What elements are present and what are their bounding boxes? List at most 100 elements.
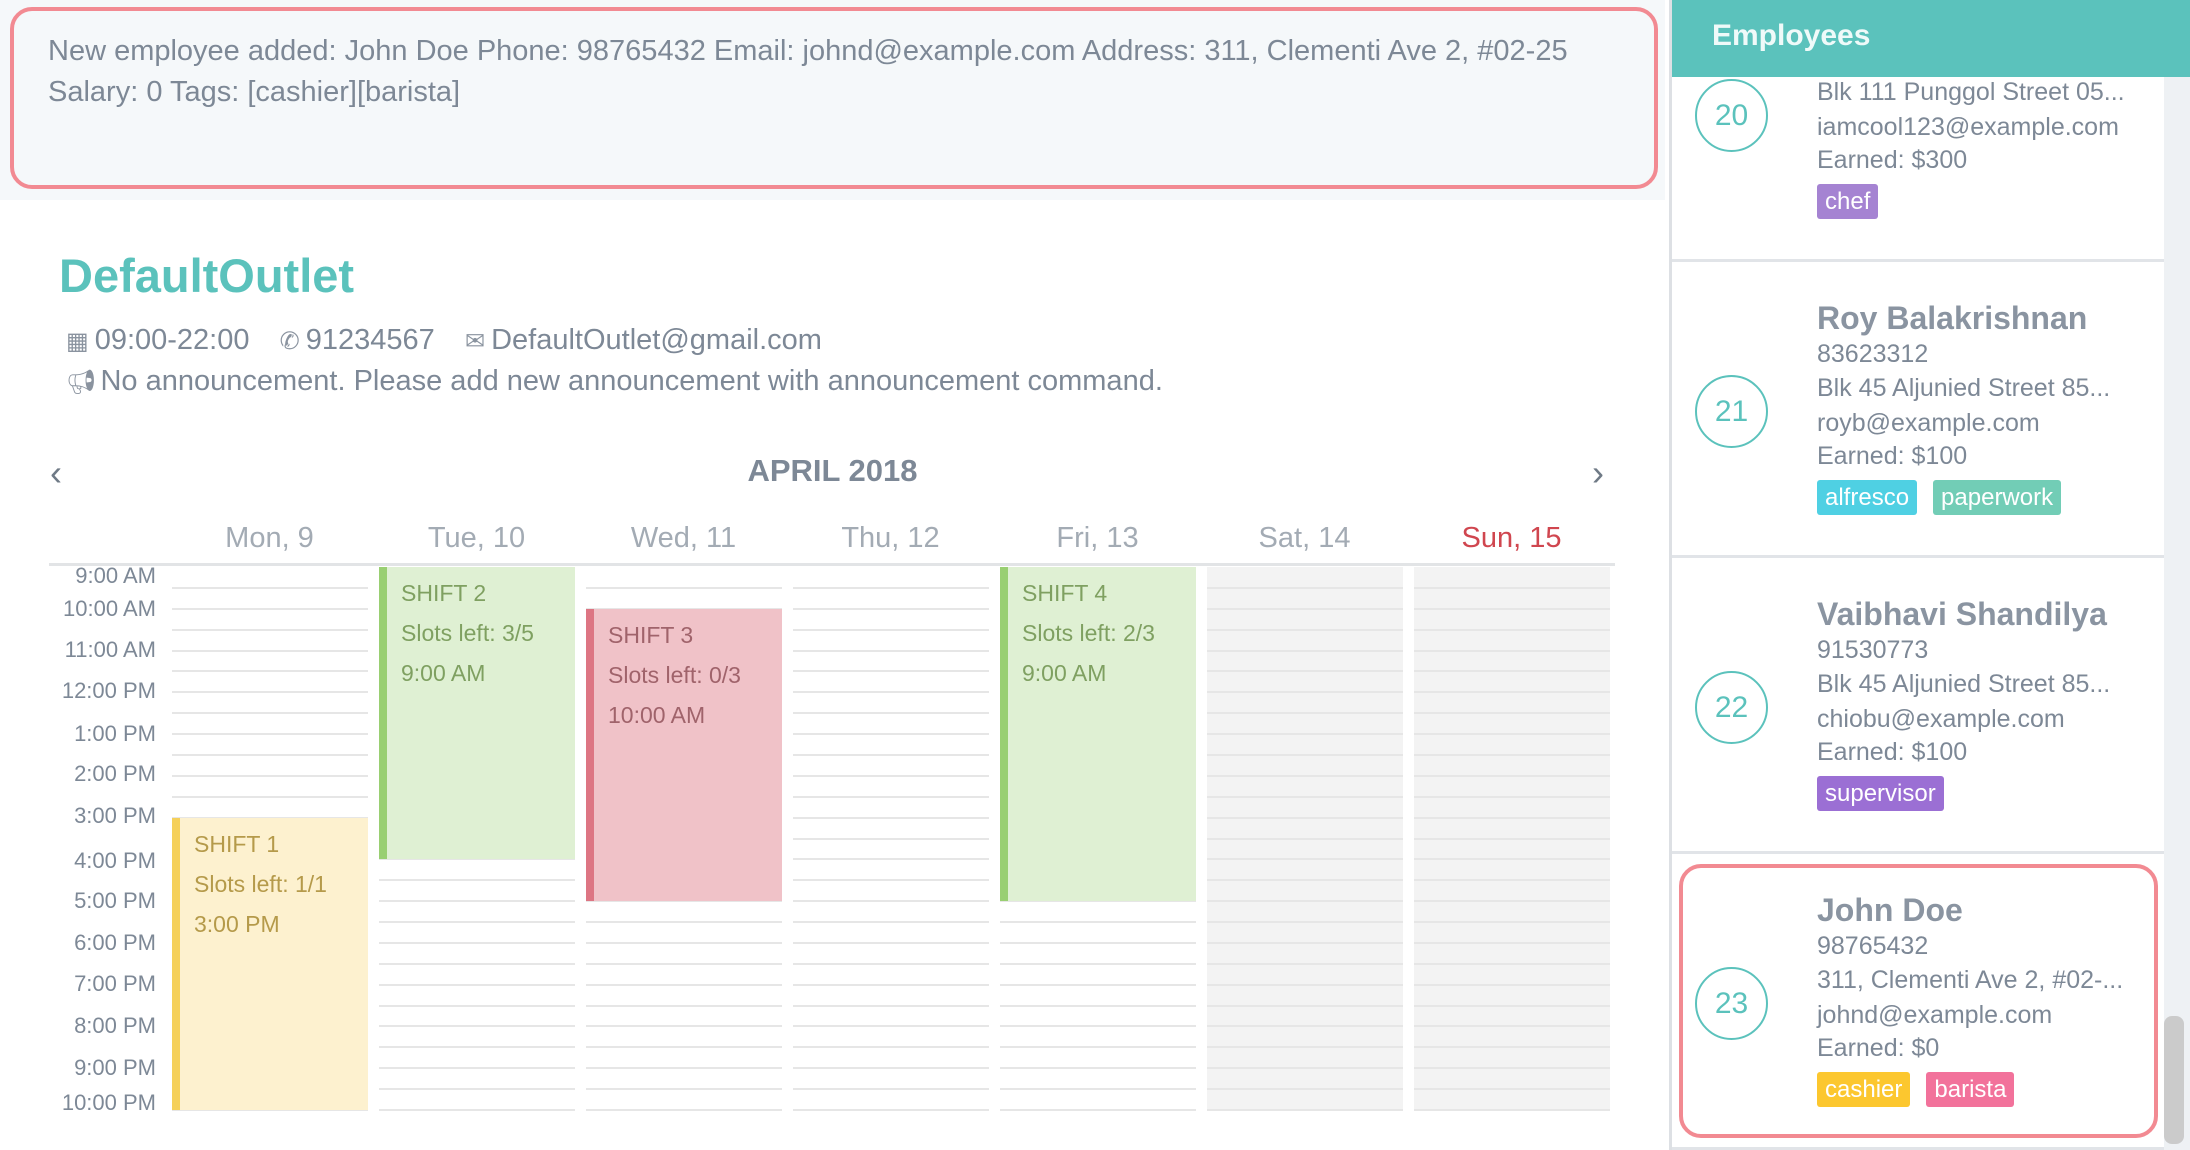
grid-line bbox=[172, 774, 368, 777]
result-display: New employee added: John Doe Phone: 9876… bbox=[10, 7, 1658, 189]
employee-address: Blk 111 Punggol Street 05... bbox=[1817, 78, 2125, 106]
shift-block[interactable]: SHIFT 3 Slots left: 0/3 10:00 AM bbox=[586, 608, 782, 902]
shift-slots: Slots left: 2/3 bbox=[1022, 620, 1155, 646]
employee-email: royb@example.com bbox=[1817, 409, 2040, 437]
grid-line bbox=[793, 962, 989, 965]
employee-card[interactable]: 22 Vaibhavi Shandilya 91530773 Blk 45 Aljun… bbox=[1672, 558, 2164, 854]
grid-line bbox=[1414, 607, 1610, 610]
employee-card[interactable]: 23 John Doe 98765432 311, Clementi Ave 2, #… bbox=[1672, 854, 2164, 1150]
grid-line bbox=[1000, 921, 1196, 924]
day-header: Tue, 10 bbox=[427, 522, 526, 554]
grid-line bbox=[1414, 649, 1610, 652]
employee-name: Vaibhavi Shandilya bbox=[1817, 596, 2107, 632]
shift-time: 3:00 PM bbox=[194, 910, 280, 937]
tag-list: supervisor bbox=[1817, 776, 1944, 811]
shift-block[interactable]: SHIFT 4 Slots left: 2/3 9:00 AM bbox=[1000, 567, 1196, 902]
grid-line bbox=[1000, 1004, 1196, 1007]
grid-line bbox=[1414, 962, 1610, 965]
time-label: 9:00 PM bbox=[74, 1054, 156, 1080]
grid-line bbox=[1414, 941, 1610, 944]
grid-line bbox=[379, 941, 575, 944]
shift-title: SHIFT 1 bbox=[194, 830, 280, 857]
tag-supervisor: supervisor bbox=[1817, 776, 1944, 811]
grid-line bbox=[172, 628, 368, 631]
outlet-phone: 91234567 bbox=[305, 324, 435, 356]
grid-line bbox=[379, 1088, 575, 1091]
employee-earned: Earned: $300 bbox=[1817, 146, 1968, 174]
employee-address: Blk 45 Aljunied Street 85... bbox=[1817, 374, 2111, 402]
shift-block[interactable]: SHIFT 2 Slots left: 3/5 9:00 AM bbox=[379, 567, 575, 860]
day-column[interactable] bbox=[1414, 567, 1610, 1111]
tag-chef: chef bbox=[1817, 184, 1879, 219]
grid-line bbox=[1207, 941, 1403, 944]
grid-line bbox=[586, 1046, 782, 1049]
grid-line bbox=[379, 1109, 575, 1111]
grid-line bbox=[172, 795, 368, 798]
shift-slots: Slots left: 0/3 bbox=[608, 661, 741, 688]
grid-line bbox=[1000, 1109, 1196, 1111]
shift-title: SHIFT 3 bbox=[608, 621, 694, 648]
grid-line bbox=[1414, 774, 1610, 777]
grid-line bbox=[1207, 1004, 1403, 1007]
grid-line bbox=[793, 733, 989, 736]
grid-line bbox=[1207, 733, 1403, 736]
grid-line bbox=[172, 733, 368, 736]
grid-line bbox=[172, 607, 368, 610]
grid-line bbox=[1414, 628, 1610, 631]
grid-line bbox=[586, 1088, 782, 1091]
prev-week-button[interactable]: ‹ bbox=[50, 452, 62, 494]
employee-email: chiobu@example.com bbox=[1817, 705, 2065, 733]
phone-icon: ✆ bbox=[279, 328, 300, 355]
grid-line bbox=[1000, 1046, 1196, 1049]
shift-time: 10:00 AM bbox=[608, 701, 706, 728]
grid-line bbox=[379, 921, 575, 924]
grid-line bbox=[1000, 983, 1196, 986]
grid-line bbox=[379, 962, 575, 965]
grid-line bbox=[1207, 753, 1403, 756]
grid-line bbox=[793, 753, 989, 756]
day-header: Sun, 15 bbox=[1461, 522, 1562, 554]
grid-line bbox=[1414, 900, 1610, 903]
time-label: 10:00 PM bbox=[61, 1089, 156, 1115]
day-header: Fri, 13 bbox=[1056, 522, 1139, 554]
grid-line bbox=[1207, 1067, 1403, 1070]
grid-line bbox=[1000, 1088, 1196, 1091]
time-label: 8:00 PM bbox=[74, 1012, 156, 1038]
calendar-month: APRIL 2018 bbox=[747, 453, 918, 488]
day-header: Thu, 12 bbox=[841, 522, 940, 554]
grid-line bbox=[586, 1067, 782, 1070]
announcement: 📢︎ No announcement. Please add new announ… bbox=[66, 365, 1163, 398]
shift-slots: Slots left: 1/1 bbox=[194, 870, 327, 897]
grid-line bbox=[1207, 607, 1403, 610]
grid-line bbox=[1000, 1025, 1196, 1028]
grid-line bbox=[1414, 983, 1610, 986]
day-column[interactable] bbox=[1207, 567, 1403, 1111]
day-header: Wed, 11 bbox=[630, 522, 737, 554]
grid-line bbox=[1414, 921, 1610, 924]
grid-line bbox=[1207, 962, 1403, 965]
grid-line bbox=[172, 670, 368, 673]
employee-card[interactable]: 21 Roy Balakrishnan 83623312 Blk 45 Aljunie… bbox=[1672, 262, 2164, 558]
time-label: 4:00 PM bbox=[74, 847, 156, 873]
grid-line bbox=[586, 1004, 782, 1007]
outlet-hours: 09:00-22:00 bbox=[94, 324, 250, 356]
scrollbar-thumb[interactable] bbox=[2164, 1016, 2184, 1144]
grid-line bbox=[793, 941, 989, 944]
outlet-info: ▦ 09:00-22:00 ✆ 91234567 ✉ DefaultOutlet@gm… bbox=[66, 324, 828, 357]
grid-line bbox=[1414, 1109, 1610, 1111]
grid-line bbox=[379, 983, 575, 986]
employee-phone: 91530773 bbox=[1817, 636, 1929, 664]
next-week-button[interactable]: › bbox=[1592, 452, 1604, 494]
employee-email: iamcool123@example.com bbox=[1817, 113, 2119, 141]
grid-line bbox=[1000, 1067, 1196, 1070]
time-label: 3:00 PM bbox=[74, 803, 156, 829]
outlet-email: DefaultOutlet@gmail.com bbox=[491, 324, 822, 356]
grid-line bbox=[1207, 900, 1403, 903]
grid-line bbox=[1414, 879, 1610, 882]
day-column[interactable] bbox=[793, 567, 989, 1111]
grid-line bbox=[379, 879, 575, 882]
grid-line bbox=[1414, 1067, 1610, 1070]
grid-line bbox=[1414, 1088, 1610, 1091]
employee-address: Blk 45 Aljunied Street 85... bbox=[1817, 670, 2111, 698]
shift-block[interactable]: SHIFT 1 Slots left: 1/1 3:00 PM bbox=[172, 817, 368, 1110]
